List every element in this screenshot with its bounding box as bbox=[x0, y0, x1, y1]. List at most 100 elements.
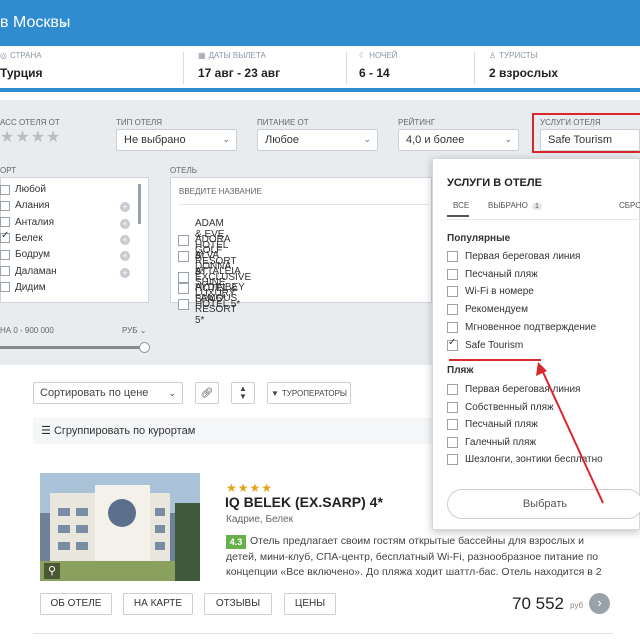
beach-section-title: Пляж bbox=[447, 365, 474, 376]
service-option-label: Мгновенное подтверждение bbox=[465, 321, 597, 333]
price-slider-track[interactable] bbox=[0, 346, 146, 349]
checkbox[interactable] bbox=[447, 304, 458, 316]
country-field[interactable]: ◎ СТРАНА Турция bbox=[0, 46, 183, 88]
sort-order-button[interactable]: ▲ ▼ bbox=[231, 382, 255, 404]
operators-button[interactable]: ▼ ТУРОПЕРАТОРЫ bbox=[267, 382, 351, 404]
dates-field[interactable]: ▦ ДАТЫ ВЫЛЕТА 17 авг - 23 авг bbox=[198, 46, 346, 88]
checkbox[interactable] bbox=[447, 384, 458, 395]
sort-select[interactable]: Сортировать по цене ⌄ bbox=[33, 382, 183, 404]
service-option[interactable]: Wi-Fi в номере bbox=[447, 286, 534, 298]
resort-item-label: Даламан bbox=[15, 265, 57, 277]
checkbox[interactable] bbox=[447, 251, 458, 262]
resort-item[interactable]: Дидим bbox=[0, 282, 46, 293]
hotel-photo[interactable]: ⚲ bbox=[40, 473, 200, 581]
resort-item[interactable]: Любой bbox=[0, 184, 46, 195]
prices-button[interactable]: ЦЕНЫ bbox=[284, 593, 336, 615]
checkbox[interactable] bbox=[0, 266, 10, 276]
tab-selected[interactable]: ВЫБРАНО 1 bbox=[488, 201, 542, 210]
service-option[interactable]: Собственный пляж bbox=[447, 401, 554, 413]
choose-button[interactable]: Выбрать bbox=[447, 489, 640, 519]
resort-item[interactable]: Алания bbox=[0, 200, 50, 211]
checkbox[interactable] bbox=[447, 419, 458, 431]
checkbox[interactable] bbox=[0, 184, 10, 195]
nights-field[interactable]: ☾ НОЧЕЙ 6 - 14 bbox=[359, 46, 474, 88]
resort-item-label: Дидим bbox=[15, 281, 46, 293]
expand-plus-icon[interactable]: + bbox=[120, 218, 130, 229]
service-option[interactable]: Первая береговая линия bbox=[447, 251, 580, 262]
rating-select[interactable]: 4,0 и более ⌄ bbox=[398, 129, 519, 151]
service-option[interactable]: Галечный пляж bbox=[447, 436, 537, 448]
on-map-button[interactable]: НА КАРТЕ bbox=[123, 593, 193, 615]
service-option[interactable]: Safe Tourism bbox=[447, 337, 523, 351]
service-option-label: Галечный пляж bbox=[465, 436, 537, 448]
chevron-down-icon[interactable]: ⌄ bbox=[60, 16, 69, 29]
tab-reset[interactable]: СБРО bbox=[619, 201, 640, 210]
price-range-label: НА 0 - 900 000 bbox=[0, 326, 54, 335]
tourists-field[interactable]: ♙ ТУРИСТЫ 2 взрослых bbox=[489, 46, 640, 88]
hotel-item[interactable]: AYDINBEY FAMOUS RESORT 5* bbox=[178, 282, 245, 326]
service-option[interactable]: Песчаный пляж bbox=[447, 268, 538, 280]
link-button[interactable]: 🔗︎ bbox=[195, 382, 219, 404]
service-option-label: Песчаный пляж bbox=[465, 419, 538, 431]
currency-select[interactable]: РУБ ⌄ bbox=[122, 326, 146, 335]
about-hotel-button[interactable]: ОБ ОТЕЛЕ bbox=[40, 593, 112, 615]
checkbox[interactable] bbox=[447, 268, 458, 280]
resort-item[interactable]: Даламан bbox=[0, 266, 57, 277]
checkbox[interactable] bbox=[447, 454, 458, 466]
meal-select[interactable]: Любое ⌄ bbox=[257, 129, 378, 151]
zoom-icon[interactable]: ⚲ bbox=[44, 563, 60, 579]
link-icon: 🔗︎ bbox=[200, 387, 214, 399]
checkbox[interactable] bbox=[0, 282, 10, 293]
sort-arrows-icon: ▲ ▼ bbox=[239, 384, 247, 401]
hotel-name[interactable]: IQ BELEK (EX.SARP) 4* bbox=[225, 494, 383, 510]
moon-icon: ☾ bbox=[359, 51, 367, 60]
checkbox[interactable] bbox=[0, 249, 10, 260]
service-option-label: Шезлонги, зонтики бесплатно bbox=[465, 454, 603, 466]
expand-plus-icon[interactable]: + bbox=[120, 234, 130, 245]
checkbox[interactable] bbox=[178, 298, 189, 310]
price-value: 70 552 bbox=[512, 594, 564, 613]
checkbox[interactable] bbox=[447, 337, 458, 351]
group-by-resort-toggle[interactable]: ☰ Сгруппировать по курортам bbox=[33, 418, 433, 444]
chevron-right-icon[interactable]: › bbox=[589, 593, 610, 614]
service-option[interactable]: Песчаный пляж bbox=[447, 419, 538, 431]
resort-item[interactable]: Белек bbox=[0, 230, 43, 244]
chevron-down-icon: ⌄ bbox=[222, 134, 230, 144]
checkbox[interactable] bbox=[447, 436, 458, 448]
service-option[interactable]: Первая береговая линия bbox=[447, 384, 580, 395]
resort-item-label: Анталия bbox=[15, 216, 55, 228]
service-option-label: Рекомендуем bbox=[465, 304, 528, 316]
hotel-description: Отель предлагает своим гостям открытые б… bbox=[226, 535, 602, 578]
tab-all[interactable]: ВСЕ bbox=[453, 201, 469, 210]
checkbox[interactable] bbox=[0, 217, 10, 228]
reviews-button[interactable]: ОТЗЫВЫ bbox=[204, 593, 272, 615]
service-option[interactable]: Мгновенное подтверждение bbox=[447, 321, 597, 333]
hotel-class-stars[interactable]: ★★★★ bbox=[0, 127, 61, 147]
price-slider-handle[interactable] bbox=[139, 342, 150, 353]
hotel-type-select[interactable]: Не выбрано ⌄ bbox=[116, 129, 237, 151]
service-option[interactable]: Шезлонги, зонтики бесплатно bbox=[447, 454, 603, 466]
service-option-label: Первая береговая линия bbox=[465, 251, 581, 262]
safe-tourism-underline bbox=[449, 359, 541, 361]
resort-item[interactable]: Бодрум bbox=[0, 249, 50, 260]
hotel-search-input[interactable]: ВВЕДИТЕ НАЗВАНИЕ bbox=[179, 187, 262, 196]
search-criteria-bar: ◎ СТРАНА Турция ▦ ДАТЫ ВЫЛЕТА 17 авг - 23 … bbox=[0, 38, 640, 92]
scrollbar[interactable] bbox=[138, 184, 141, 224]
resort-label: ОРТ bbox=[0, 166, 17, 175]
service-option-label: Wi-Fi в номере bbox=[465, 286, 534, 298]
checkbox[interactable] bbox=[447, 401, 458, 413]
checkbox[interactable] bbox=[447, 286, 458, 298]
checkbox[interactable] bbox=[447, 321, 458, 333]
list-icon: ☰ bbox=[41, 425, 51, 437]
expand-plus-icon[interactable]: + bbox=[120, 267, 130, 278]
checkbox[interactable] bbox=[0, 230, 10, 244]
services-highlight bbox=[532, 113, 640, 153]
filter-icon: ▼ bbox=[270, 388, 279, 398]
hotel-services-dropdown: УСЛУГИ В ОТЕЛЕ ВСЕ ВЫБРАНО 1 СБРО Популя… bbox=[432, 158, 640, 530]
resort-item[interactable]: Анталия bbox=[0, 217, 54, 228]
hotel-class-label: АСС ОТЕЛЯ ОТ bbox=[0, 118, 60, 127]
meal-label: ПИТАНИЕ ОТ bbox=[257, 118, 309, 127]
popup-title: УСЛУГИ В ОТЕЛЕ bbox=[447, 177, 542, 189]
checkbox[interactable] bbox=[0, 200, 10, 211]
service-option[interactable]: Рекомендуем bbox=[447, 304, 528, 316]
